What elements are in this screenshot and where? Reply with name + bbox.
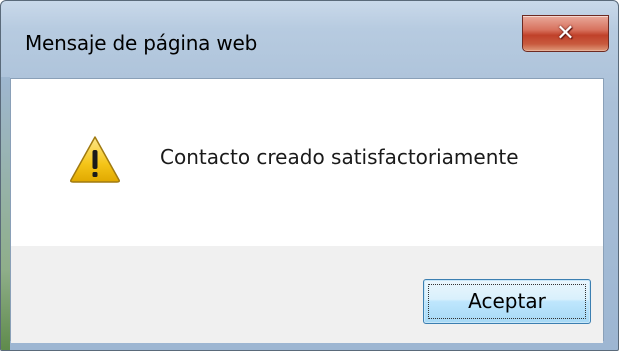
title-bar[interactable]: Mensaje de página web ✕ [1,1,618,77]
ok-button-label: Aceptar [468,289,546,313]
window-frame-edge [1,77,10,350]
message-panel: Contacto creado satisfactoriamente [11,79,603,246]
dialog-client-area: Contacto creado satisfactoriamente Acept… [10,78,604,343]
dialog-title: Mensaje de página web [25,31,258,55]
close-button[interactable]: ✕ [522,15,609,52]
warning-icon [70,136,120,183]
message-text: Contacto creado satisfactoriamente [160,145,519,169]
message-dialog-window: Mensaje de página web ✕ Contacto creado … [0,0,619,351]
close-icon: ✕ [556,20,575,46]
ok-button[interactable]: Aceptar [423,279,591,324]
button-panel: Aceptar [11,246,603,343]
